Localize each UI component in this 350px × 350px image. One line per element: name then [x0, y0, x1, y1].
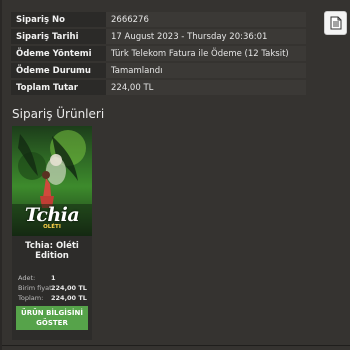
payment-method-label: Ödeme Yöntemi	[11, 46, 106, 61]
order-info-row: Ödeme Yöntemi Türk Telekom Fatura ile Öd…	[11, 46, 306, 61]
products-section-title: Sipariş Ürünleri	[12, 107, 105, 121]
total-amount-value: 224,00 TL	[106, 80, 306, 95]
show-product-info-button[interactable]: ÜRÜN BİLGİSİNİ GÖSTER	[16, 306, 88, 330]
divider	[2, 345, 350, 346]
order-info-row: Sipariş Tarihi 17 August 2023 - Thursday…	[11, 29, 306, 44]
unit-price-label: Birim fiyat:	[18, 284, 54, 292]
invoice-button[interactable]	[324, 11, 347, 35]
total-amount-label: Toplam Tutar	[11, 80, 106, 95]
qty-value: 1	[51, 274, 56, 282]
order-info-table: Sipariş No 2666276 Sipariş Tarihi 17 Aug…	[11, 10, 306, 97]
line-total-value: 224,00 TL	[51, 294, 87, 302]
product-name[interactable]: Tchia: Oléti Edition	[12, 241, 92, 261]
payment-status-label: Ödeme Durumu	[11, 63, 106, 78]
cover-logo-text: Tchia	[24, 204, 80, 226]
order-date-value: 17 August 2023 - Thursday 20:36:01	[106, 29, 306, 44]
order-detail-panel: Sipariş No 2666276 Sipariş Tarihi 17 Aug…	[0, 0, 350, 350]
line-total-label: Toplam:	[18, 294, 44, 302]
unit-price-value: 224,00 TL	[51, 284, 87, 292]
order-date-label: Sipariş Tarihi	[11, 29, 106, 44]
order-info-row: Toplam Tutar 224,00 TL	[11, 80, 306, 95]
document-icon	[330, 16, 341, 30]
order-no-value: 2666276	[106, 12, 306, 27]
qty-label: Adet:	[18, 274, 36, 282]
product-cover-image[interactable]: Tchia OLÉTI	[12, 126, 92, 236]
cover-subtitle: OLÉTI	[43, 224, 61, 230]
product-stats: Adet: 1 Birim fiyat:224,00 TL Toplam: 224,…	[18, 273, 87, 303]
payment-method-value: Türk Telekom Fatura ile Ödeme (12 Taksit…	[106, 46, 306, 61]
order-info-row: Ödeme Durumu Tamamlandı	[11, 63, 306, 78]
payment-status-value: Tamamlandı	[106, 63, 306, 78]
order-no-label: Sipariş No	[11, 12, 106, 27]
order-info-row: Sipariş No 2666276	[11, 12, 306, 27]
product-card: Tchia OLÉTI Tchia: Oléti Edition Adet: 1 …	[12, 126, 92, 340]
